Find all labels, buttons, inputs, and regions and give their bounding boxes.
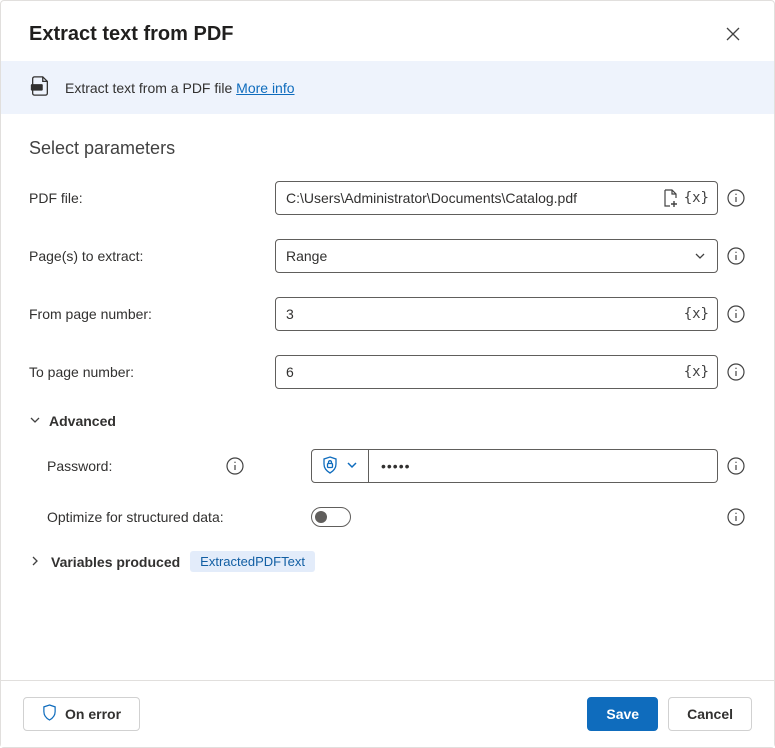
chevron-right-icon [29, 554, 41, 570]
pdf-file-input-wrap: {x} [275, 181, 718, 215]
info-strip: PDF Extract text from a PDF file More in… [1, 61, 774, 114]
label-pages-to-extract: Page(s) to extract: [29, 248, 275, 264]
label-to-page: To page number: [29, 364, 275, 380]
save-label: Save [606, 706, 639, 722]
info-icon [727, 457, 745, 475]
cancel-label: Cancel [687, 706, 733, 722]
svg-text:PDF: PDF [32, 85, 41, 90]
pages-to-extract-value: Range [286, 248, 327, 264]
file-add-icon [662, 189, 678, 207]
shield-lock-icon [322, 456, 338, 477]
variable-picker-button[interactable]: {x} [684, 190, 709, 206]
variable-picker-button[interactable]: {x} [684, 364, 709, 380]
variables-produced-heading: Variables produced [51, 554, 180, 570]
save-button[interactable]: Save [587, 697, 658, 731]
info-icon [727, 189, 745, 207]
row-pdf-file: PDF file: {x} [29, 181, 746, 215]
password-group [311, 449, 718, 483]
row-password: Password: [29, 449, 746, 483]
label-pdf-file: PDF file: [29, 190, 275, 206]
info-button-pages[interactable] [726, 246, 746, 266]
info-icon [727, 508, 745, 526]
info-button-pdf-file[interactable] [726, 188, 746, 208]
info-button-to-page[interactable] [726, 362, 746, 382]
dialog-body: Select parameters PDF file: {x} [1, 114, 774, 572]
label-password: Password: [47, 458, 112, 474]
advanced-section-toggle[interactable]: Advanced [29, 413, 746, 429]
optimize-toggle[interactable] [311, 507, 351, 527]
variable-tag[interactable]: ExtractedPDFText [190, 551, 315, 572]
row-optimize: Optimize for structured data: [29, 507, 746, 527]
info-icon [727, 247, 745, 265]
toggle-knob [315, 511, 327, 523]
label-from-page: From page number: [29, 306, 275, 322]
info-icon [727, 305, 745, 323]
info-text: Extract text from a PDF file More info [65, 80, 295, 96]
close-icon [726, 27, 740, 41]
pdf-file-icon: PDF [29, 75, 51, 100]
row-pages-to-extract: Page(s) to extract: Range [29, 239, 746, 273]
section-title: Select parameters [29, 138, 746, 159]
chevron-down-icon [693, 249, 707, 263]
info-button-optimize[interactable] [726, 507, 746, 527]
dialog-footer: On error Save Cancel [1, 680, 774, 747]
on-error-button[interactable]: On error [23, 697, 140, 731]
pdf-file-input[interactable] [276, 182, 654, 214]
file-picker-button[interactable] [662, 189, 678, 207]
password-input[interactable] [369, 458, 717, 474]
shield-icon [42, 704, 57, 724]
variables-produced-toggle[interactable]: Variables produced ExtractedPDFText [29, 551, 746, 572]
chevron-down-icon [346, 458, 358, 474]
to-page-input-wrap: {x} [275, 355, 718, 389]
info-button-from-page[interactable] [726, 304, 746, 324]
close-button[interactable] [720, 21, 746, 47]
label-optimize: Optimize for structured data: [47, 509, 224, 525]
pages-to-extract-select[interactable]: Range [275, 239, 718, 273]
password-mode-selector[interactable] [311, 449, 369, 483]
row-from-page: From page number: {x} [29, 297, 746, 331]
info-button-password-left[interactable] [225, 456, 245, 476]
from-page-input[interactable] [276, 298, 676, 330]
info-button-password[interactable] [726, 456, 746, 476]
variable-picker-button[interactable]: {x} [684, 306, 709, 322]
chevron-down-icon [29, 413, 41, 429]
dialog-title: Extract text from PDF [29, 23, 234, 46]
dialog-header: Extract text from PDF [1, 1, 774, 61]
from-page-input-wrap: {x} [275, 297, 718, 331]
to-page-input[interactable] [276, 356, 676, 388]
more-info-link[interactable]: More info [236, 80, 294, 96]
on-error-label: On error [65, 706, 121, 722]
info-icon [226, 457, 244, 475]
cancel-button[interactable]: Cancel [668, 697, 752, 731]
advanced-heading: Advanced [49, 413, 116, 429]
row-to-page: To page number: {x} [29, 355, 746, 389]
info-icon [727, 363, 745, 381]
